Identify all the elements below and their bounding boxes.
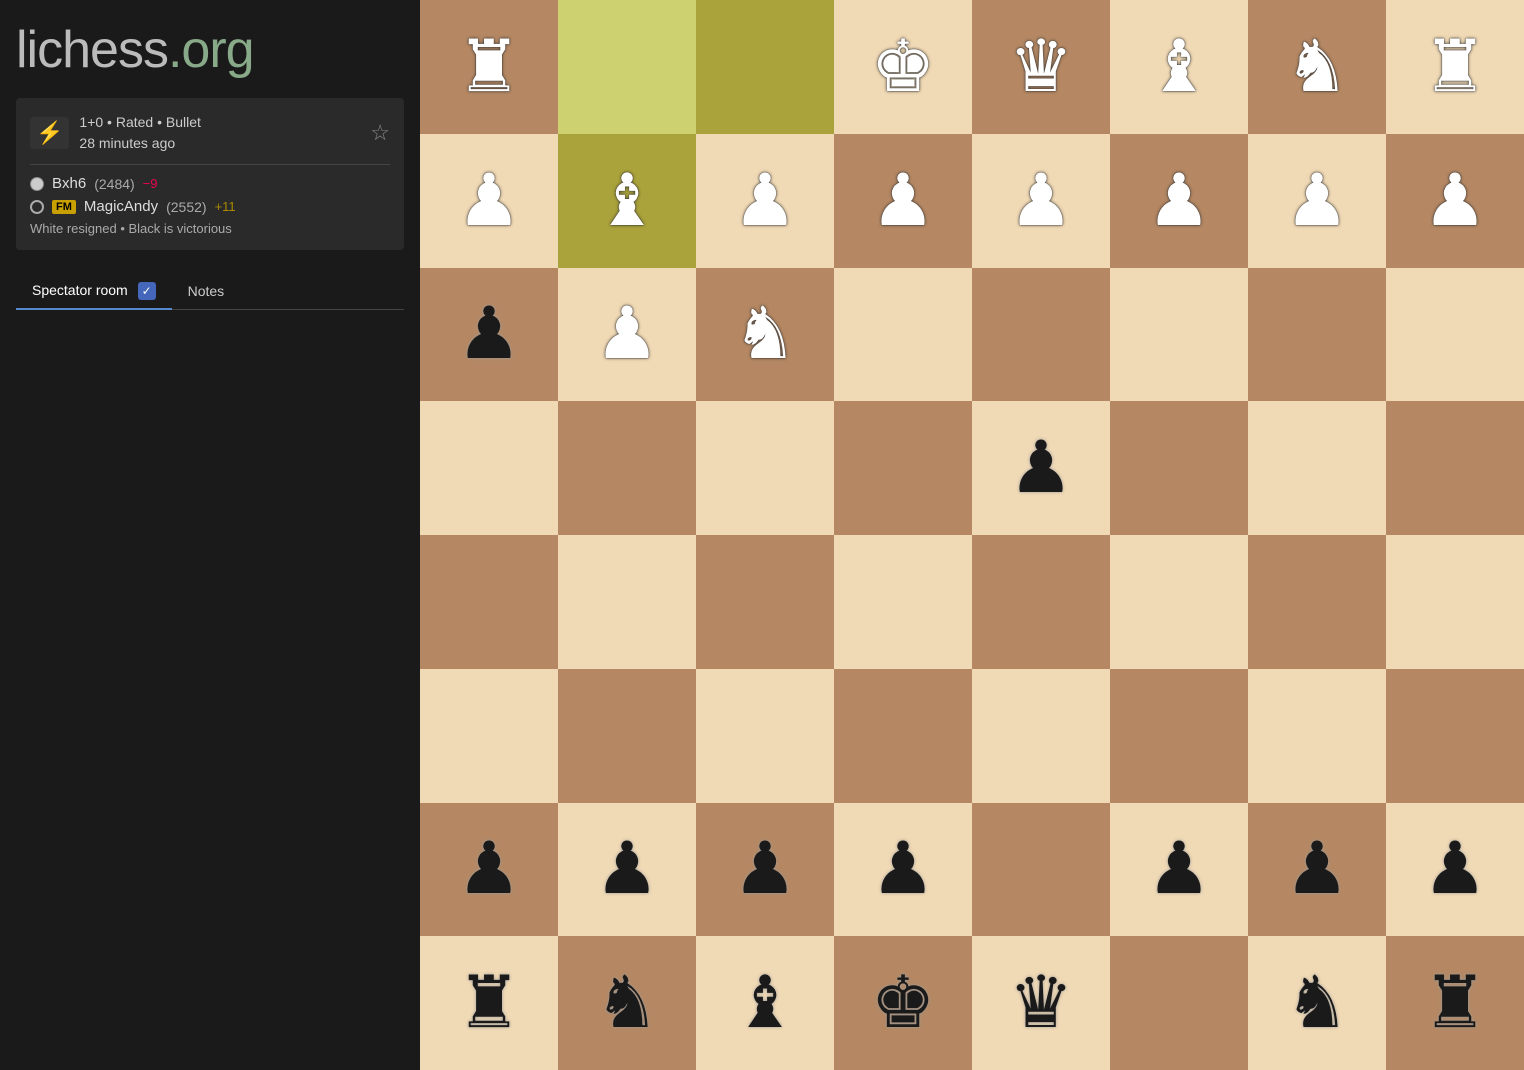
sq-e8[interactable]: ♛ [972, 0, 1110, 134]
sq-d7[interactable]: ♟ [834, 134, 972, 268]
sq-h8[interactable]: ♜ [1386, 0, 1524, 134]
logo-suffix: .org [168, 21, 254, 79]
white-dot [30, 177, 44, 191]
sq-f5[interactable] [1110, 401, 1248, 535]
tab-spectator[interactable]: Spectator room ✓ [16, 274, 172, 310]
sq-g8[interactable]: ♞ [1248, 0, 1386, 134]
white-rating-change: −9 [143, 176, 158, 191]
sq-b8[interactable] [558, 0, 696, 134]
sq-e5[interactable]: ♟ [972, 401, 1110, 535]
sq-e2[interactable] [972, 803, 1110, 937]
sq-g4[interactable] [1248, 535, 1386, 669]
sq-e7[interactable]: ♟ [972, 134, 1110, 268]
sq-c8[interactable] [696, 0, 834, 134]
sq-a8[interactable]: ♜ [420, 0, 558, 134]
sq-b6[interactable]: ♟ [558, 268, 696, 402]
sq-h6[interactable] [1386, 268, 1524, 402]
sq-e6[interactable] [972, 268, 1110, 402]
sq-e4[interactable] [972, 535, 1110, 669]
bolt-icon: ⚡ [30, 117, 69, 149]
sq-c5[interactable] [696, 401, 834, 535]
sq-h1[interactable]: ♜ [1386, 936, 1524, 1070]
divider [30, 164, 390, 165]
game-time-ago: 28 minutes ago [79, 133, 201, 154]
player-white-row: Bxh6 (2484) −9 [30, 175, 390, 192]
favorite-button[interactable]: ☆ [370, 120, 390, 146]
game-info-box: ⚡ 1+0 • Rated • Bullet 28 minutes ago ☆ … [16, 98, 404, 250]
sq-b2[interactable]: ♟ [558, 803, 696, 937]
sq-h5[interactable] [1386, 401, 1524, 535]
sq-h7[interactable]: ♟ [1386, 134, 1524, 268]
tabs-row: Spectator room ✓ Notes [16, 274, 404, 310]
sq-b4[interactable] [558, 535, 696, 669]
sq-h3[interactable] [1386, 669, 1524, 803]
sq-e3[interactable] [972, 669, 1110, 803]
sq-d6[interactable] [834, 268, 972, 402]
sq-a2[interactable]: ♟ [420, 803, 558, 937]
sq-g6[interactable] [1248, 268, 1386, 402]
fm-badge: FM [52, 200, 76, 214]
notes-label: Notes [188, 283, 225, 299]
spectator-label: Spectator room [32, 282, 128, 298]
sq-d3[interactable] [834, 669, 972, 803]
sq-g5[interactable] [1248, 401, 1386, 535]
white-player-rating: (2484) [94, 176, 134, 192]
sq-a6[interactable]: ♟ [420, 268, 558, 402]
sq-h4[interactable] [1386, 535, 1524, 669]
board-container: ♜ ♚ ♛ ♝ ♞ ♜ ♟ ♝ ♟ ♟ ♟ ♟ ♟ ♟ ♟ ♟ ♞ [420, 0, 1524, 1070]
sq-f6[interactable] [1110, 268, 1248, 402]
sq-a3[interactable] [420, 669, 558, 803]
game-info-left: ⚡ 1+0 • Rated • Bullet 28 minutes ago [30, 112, 201, 154]
sq-f3[interactable] [1110, 669, 1248, 803]
sq-g1[interactable]: ♞ [1248, 936, 1386, 1070]
sq-b3[interactable] [558, 669, 696, 803]
sq-c1[interactable]: ♝ [696, 936, 834, 1070]
tab-notes[interactable]: Notes [172, 275, 241, 309]
sq-f8[interactable]: ♝ [1110, 0, 1248, 134]
left-panel: lichess.org ⚡ 1+0 • Rated • Bullet 28 mi… [0, 0, 420, 1070]
logo: lichess.org [16, 20, 404, 80]
sq-c7[interactable]: ♟ [696, 134, 834, 268]
sq-b5[interactable] [558, 401, 696, 535]
sq-c2[interactable]: ♟ [696, 803, 834, 937]
sq-a4[interactable] [420, 535, 558, 669]
sq-g3[interactable] [1248, 669, 1386, 803]
black-dot [30, 200, 44, 214]
player-black-row: FM MagicAndy (2552) +11 [30, 198, 390, 215]
sq-d8[interactable]: ♚ [834, 0, 972, 134]
sq-a7[interactable]: ♟ [420, 134, 558, 268]
sq-e1[interactable]: ♛ [972, 936, 1110, 1070]
game-rating-label: 1+0 • Rated • Bullet [79, 112, 201, 133]
white-player-name: Bxh6 [52, 175, 86, 192]
sq-d1[interactable]: ♚ [834, 936, 972, 1070]
sq-f4[interactable] [1110, 535, 1248, 669]
black-rating-change: +11 [215, 199, 236, 214]
sq-f2[interactable]: ♟ [1110, 803, 1248, 937]
game-result: White resigned • Black is victorious [30, 221, 390, 236]
sq-g2[interactable]: ♟ [1248, 803, 1386, 937]
spectator-checkbox[interactable]: ✓ [138, 282, 156, 300]
sq-d4[interactable] [834, 535, 972, 669]
game-meta-text: 1+0 • Rated • Bullet 28 minutes ago [79, 112, 201, 154]
sq-g7[interactable]: ♟ [1248, 134, 1386, 268]
sq-c4[interactable] [696, 535, 834, 669]
sq-a1[interactable]: ♜ [420, 936, 558, 1070]
sq-d2[interactable]: ♟ [834, 803, 972, 937]
black-player-name: MagicAndy [84, 198, 158, 215]
sq-a5[interactable] [420, 401, 558, 535]
sq-c3[interactable] [696, 669, 834, 803]
sq-b7[interactable]: ♝ [558, 134, 696, 268]
sq-d5[interactable] [834, 401, 972, 535]
game-info-header: ⚡ 1+0 • Rated • Bullet 28 minutes ago ☆ [30, 112, 390, 154]
sq-h2[interactable]: ♟ [1386, 803, 1524, 937]
black-player-rating: (2552) [166, 199, 206, 215]
sq-c6[interactable]: ♞ [696, 268, 834, 402]
sq-f1[interactable] [1110, 936, 1248, 1070]
chess-board: ♜ ♚ ♛ ♝ ♞ ♜ ♟ ♝ ♟ ♟ ♟ ♟ ♟ ♟ ♟ ♟ ♞ [420, 0, 1524, 1070]
sq-b1[interactable]: ♞ [558, 936, 696, 1070]
sq-f7[interactable]: ♟ [1110, 134, 1248, 268]
logo-text: lichess [16, 21, 168, 79]
